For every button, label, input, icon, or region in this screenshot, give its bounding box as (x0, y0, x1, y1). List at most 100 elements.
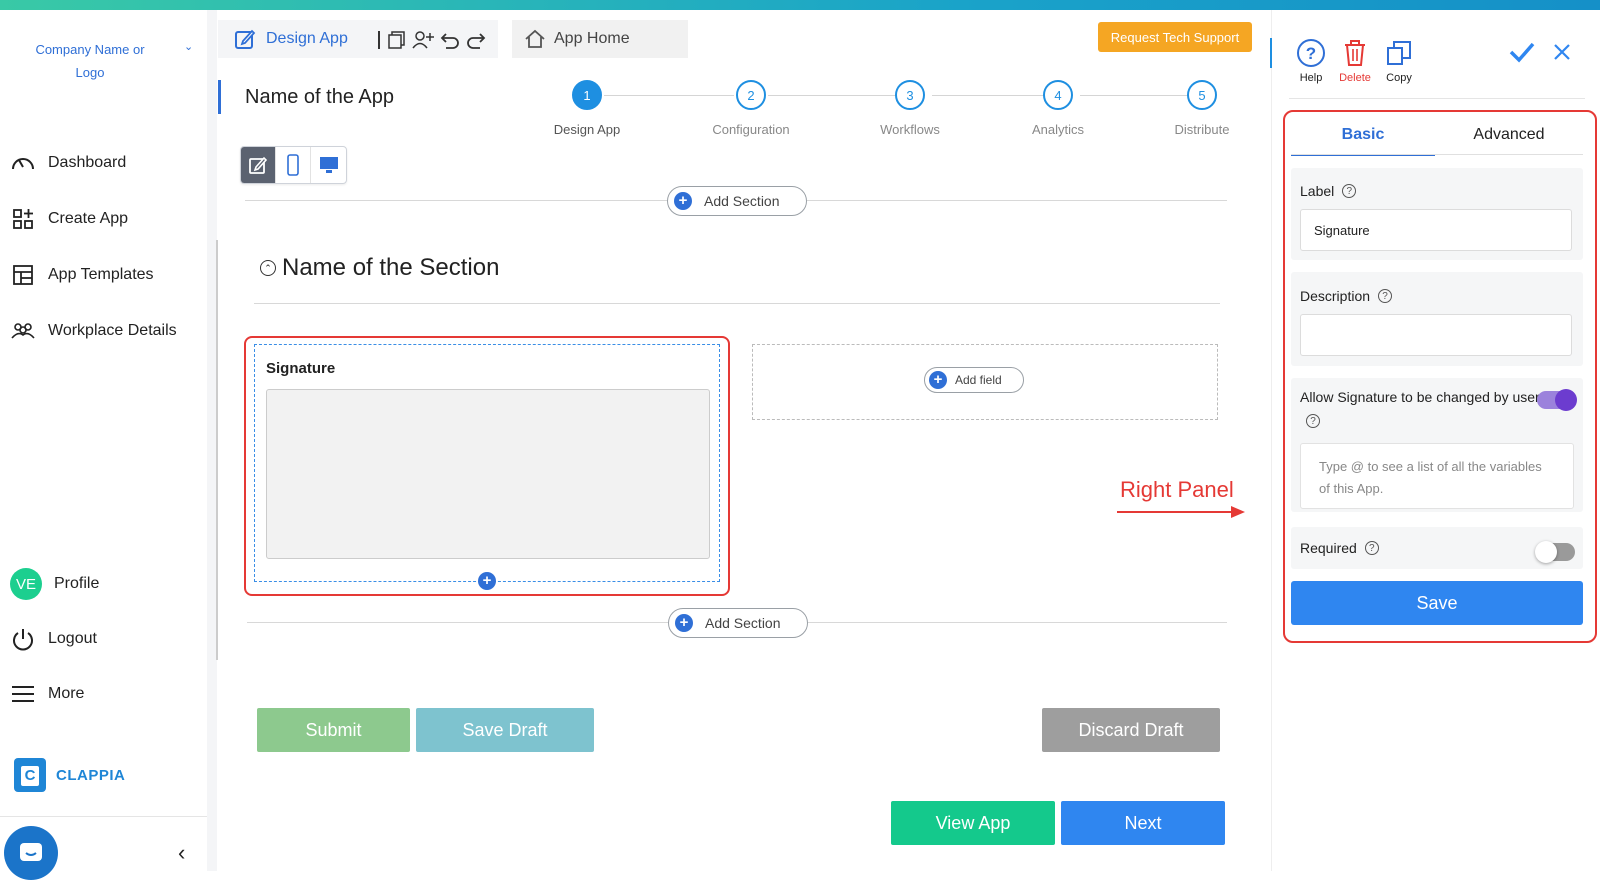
step-distribute[interactable]: 5 Distribute (1152, 80, 1252, 137)
app-name[interactable]: Name of the App (245, 86, 394, 109)
add-section-label: Add Section (705, 615, 781, 631)
delete-button[interactable]: Delete (1332, 38, 1378, 84)
question-icon[interactable]: ? (1364, 541, 1379, 555)
save-button[interactable]: Save (1291, 581, 1583, 625)
svg-text:?: ? (1306, 44, 1316, 63)
add-section-button[interactable]: + Add Section (668, 608, 808, 638)
question-icon[interactable]: ? (1378, 289, 1393, 303)
copy-button[interactable]: Copy (1376, 38, 1422, 84)
view-app-button[interactable]: View App (891, 801, 1055, 845)
step-number: 5 (1187, 80, 1217, 110)
scrollbar[interactable] (216, 240, 218, 660)
plus-icon: + (675, 614, 693, 632)
help-label: Help (1299, 72, 1323, 84)
sidebar-item-label: Workplace Details (48, 322, 177, 339)
sidebar-item-label: Dashboard (48, 154, 127, 171)
step-workflows[interactable]: 3 Workflows (860, 80, 960, 137)
question-icon[interactable]: ? (1306, 414, 1320, 429)
add-user-icon[interactable] (412, 30, 434, 50)
duplicate-icon[interactable] (386, 30, 406, 50)
avatar: VE (10, 568, 42, 600)
sidebar-item-profile[interactable]: VE Profile (10, 568, 99, 600)
desktop-icon (319, 157, 338, 173)
right-panel-annotation: Right Panel (1120, 477, 1234, 502)
edit-mode-button[interactable] (241, 147, 276, 183)
checkmark-icon[interactable] (1508, 40, 1536, 64)
brand-logo: CLAPPIA (14, 758, 125, 792)
variables-input[interactable]: Type @ to see a list of all the variable… (1300, 443, 1574, 509)
tab-basic[interactable]: Basic (1291, 126, 1435, 156)
signature-field-label: Signature (266, 360, 336, 377)
sidebar-item-more[interactable]: More (10, 679, 84, 709)
submit-button[interactable]: Submit (257, 708, 410, 752)
step-analytics[interactable]: 4 Analytics (1008, 80, 1108, 137)
delete-label: Delete (1339, 72, 1371, 84)
edit-icon (249, 156, 268, 174)
home-icon (525, 29, 545, 48)
tab-advanced[interactable]: Advanced (1437, 126, 1581, 154)
company-name[interactable]: Company Name or Logo (20, 38, 160, 84)
power-icon (13, 629, 33, 651)
brand-name: CLAPPIA (56, 766, 126, 784)
sidebar-item-app-templates[interactable]: App Templates (10, 260, 154, 290)
description-field-title: Description ? (1300, 288, 1393, 304)
active-indicator (218, 80, 221, 114)
sidebar-item-dashboard[interactable]: Dashboard (10, 148, 126, 178)
device-preview-toggle (240, 146, 347, 184)
redo-icon[interactable] (466, 30, 486, 50)
step-label: Design App (553, 122, 621, 137)
question-icon[interactable]: ? (1342, 184, 1357, 198)
sidebar-item-label: More (48, 685, 85, 702)
edit-icon (235, 29, 256, 49)
collapse-sidebar-icon[interactable]: ‹ (178, 840, 185, 866)
discard-draft-button[interactable]: Discard Draft (1042, 708, 1220, 752)
description-input[interactable] (1300, 314, 1572, 356)
description-title-text: Description (1300, 288, 1371, 304)
request-tech-support-button[interactable]: Request Tech Support (1098, 22, 1252, 52)
cursor-icon (378, 31, 380, 49)
chevron-down-icon[interactable]: ⌄ (184, 40, 193, 53)
panel-accent (1270, 38, 1272, 68)
add-section-button[interactable]: + Add Section (667, 186, 807, 216)
next-button[interactable]: Next (1061, 801, 1225, 845)
undo-icon[interactable] (440, 30, 460, 50)
signature-pad[interactable] (266, 389, 710, 559)
chevron-up-icon[interactable]: ⌃ (260, 260, 276, 276)
label-input[interactable] (1300, 209, 1572, 251)
required-title: Required ? (1300, 540, 1379, 556)
toggle-knob (1555, 389, 1577, 411)
sidebar-item-workplace-details[interactable]: Workplace Details (10, 316, 177, 346)
mobile-preview-button[interactable] (276, 147, 311, 183)
clappia-logo-icon (14, 758, 46, 792)
label-field-title: Label ? (1300, 183, 1357, 199)
tabs-underline (1291, 154, 1583, 155)
step-label: Configuration (712, 122, 790, 137)
team-icon (11, 323, 35, 339)
mobile-icon (287, 154, 299, 176)
help-icon: ? (1297, 39, 1325, 67)
desktop-preview-button[interactable] (311, 147, 346, 183)
section-title[interactable]: ⌃ Name of the Section (260, 254, 499, 282)
step-configuration[interactable]: 2 Configuration (701, 80, 801, 137)
help-button[interactable]: ? Help (1288, 38, 1334, 84)
required-toggle[interactable] (1535, 541, 1575, 563)
divider (0, 816, 207, 817)
sidebar-item-create-app[interactable]: Create App (10, 204, 128, 234)
step-label: Workflows (880, 122, 940, 137)
sidebar-item-logout[interactable]: Logout (10, 624, 97, 654)
step-label: Distribute (1174, 122, 1230, 137)
allow-change-toggle[interactable] (1537, 389, 1577, 411)
chat-support-button[interactable] (4, 826, 58, 880)
add-field-button[interactable]: + Add field (924, 367, 1024, 393)
step-number: 3 (895, 80, 925, 110)
section-title-text: Name of the Section (282, 254, 500, 281)
sidebar: Company Name or Logo ⌄ Dashboard Create … (0, 10, 207, 880)
tab-app-home[interactable]: App Home (512, 20, 688, 58)
close-icon[interactable] (1553, 43, 1571, 61)
step-number: 2 (736, 80, 766, 110)
step-design-app[interactable]: 1 Design App (537, 80, 637, 137)
add-field-below-button[interactable]: + (478, 572, 496, 590)
step-label: Analytics (1031, 122, 1085, 137)
save-draft-button[interactable]: Save Draft (416, 708, 594, 752)
divider (1289, 98, 1585, 99)
